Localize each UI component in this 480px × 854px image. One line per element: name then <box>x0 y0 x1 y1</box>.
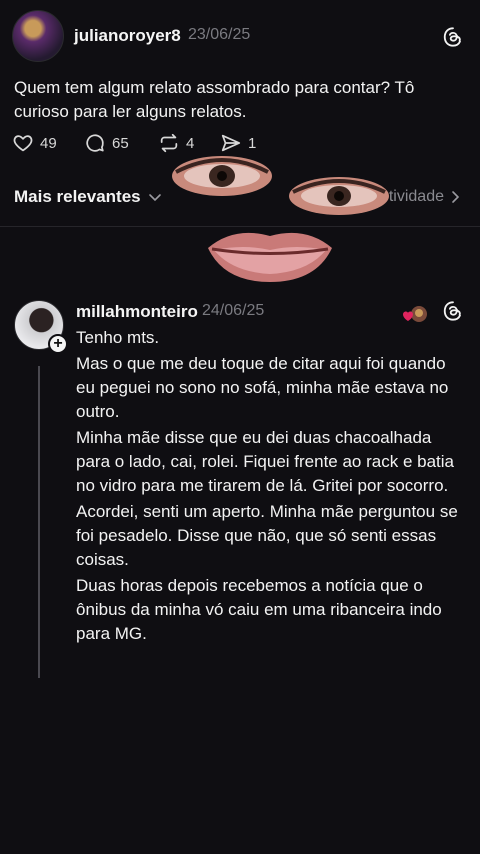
follow-plus-icon[interactable]: + <box>48 334 68 354</box>
like-count: 49 <box>40 134 57 152</box>
liked-by-author-icon <box>403 306 427 322</box>
chevron-down-icon[interactable] <box>147 189 163 205</box>
reply-paragraph: Tenho mts. <box>76 328 160 347</box>
post-date: 23/06/25 <box>188 26 251 43</box>
mouth-sticker <box>208 232 332 282</box>
reply-date: 24/06/25 <box>202 302 265 319</box>
comment-bubble-icon <box>86 134 104 152</box>
send-icon <box>221 134 241 152</box>
repost-icon <box>160 133 178 153</box>
threads-logo-icon[interactable] <box>442 300 464 322</box>
repost-button[interactable]: 4 <box>158 132 194 154</box>
reply-text: Tenho mts. Mas o que me deu toque de cit… <box>76 326 468 648</box>
author-avatar[interactable] <box>12 10 64 62</box>
like-button[interactable]: 49 <box>12 132 57 154</box>
thread-line <box>38 366 40 678</box>
comment-count: 65 <box>112 134 129 152</box>
reply-username[interactable]: millahmonteiro <box>76 302 198 322</box>
view-activity-link[interactable]: tividade <box>389 188 444 206</box>
share-count: 1 <box>248 134 257 152</box>
sort-dropdown[interactable]: Mais relevantes <box>14 187 141 207</box>
reply-paragraph: Acordei, senti um aperto. Minha mãe perg… <box>76 502 458 569</box>
sort-row: Mais relevantes tividade <box>14 184 466 212</box>
chevron-right-icon[interactable] <box>448 189 462 205</box>
share-button[interactable]: 1 <box>220 132 256 154</box>
heart-icon <box>13 135 33 152</box>
author-username[interactable]: julianoroyer8 <box>74 26 181 46</box>
post-header: julianoroyer8 23/06/25 <box>12 10 468 64</box>
reply-paragraph: Minha mãe disse que eu dei duas chacoalh… <box>76 428 454 495</box>
comment-button[interactable]: 65 <box>84 132 129 154</box>
repost-count: 4 <box>186 134 195 152</box>
reply-paragraph: Mas o que me deu toque de citar aqui foi… <box>76 354 449 421</box>
divider <box>0 226 480 227</box>
post-text: Quem tem algum relato assombrado para co… <box>14 78 415 121</box>
reply-paragraph: Duas horas depois recebemos a notícia qu… <box>76 576 442 643</box>
threads-logo-icon[interactable] <box>442 26 464 48</box>
